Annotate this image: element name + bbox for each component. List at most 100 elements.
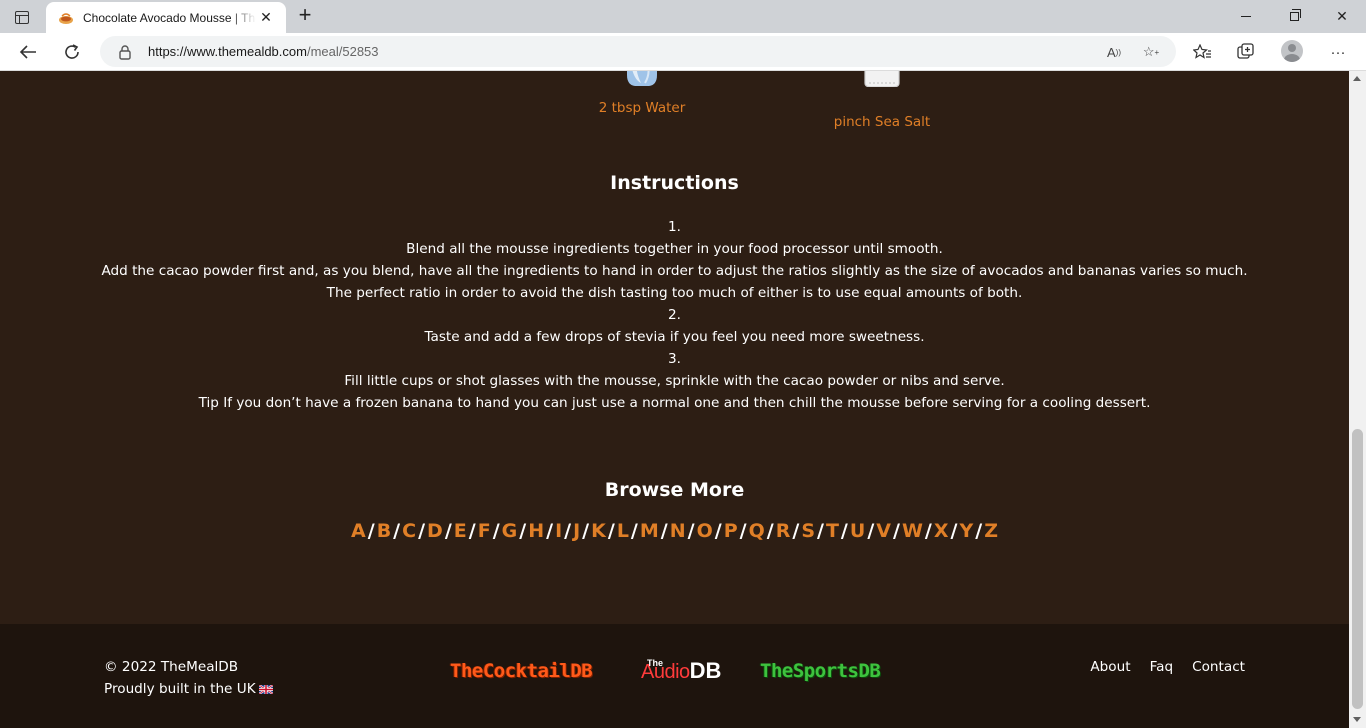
letter-separator: / bbox=[607, 520, 615, 542]
more-options-icon[interactable]: ··· bbox=[1326, 41, 1350, 63]
ingredient-item[interactable]: pinch Sea Salt bbox=[832, 71, 932, 130]
minimize-icon[interactable] bbox=[1222, 0, 1270, 33]
thecocktaildb-logo[interactable]: TheCocktailDB bbox=[450, 658, 593, 684]
scroll-down-icon[interactable] bbox=[1353, 717, 1361, 722]
uk-flag-icon bbox=[258, 684, 273, 694]
instruction-line: Add the cacao powder first and, as you b… bbox=[101, 263, 1248, 279]
thesportsdb-logo[interactable]: TheSportsDB bbox=[760, 658, 881, 684]
browser-tab[interactable]: Chocolate Avocado Mousse | TheMealDB ✕ bbox=[46, 2, 286, 33]
ingredient-label: 2 tbsp Water bbox=[598, 100, 686, 116]
footer-link-faq[interactable]: Faq bbox=[1150, 656, 1174, 678]
letter-separator: / bbox=[739, 520, 747, 542]
letter-separator: / bbox=[444, 520, 452, 542]
tab-title: Chocolate Avocado Mousse | TheMealDB bbox=[83, 10, 256, 25]
browse-letter-link[interactable]: L bbox=[617, 520, 629, 542]
browse-letter-link[interactable]: Y bbox=[959, 520, 973, 542]
browse-letter-link[interactable]: W bbox=[902, 520, 923, 542]
letter-separator: / bbox=[418, 520, 426, 542]
browse-letter-link[interactable]: N bbox=[670, 520, 686, 542]
theaudiodb-logo[interactable]: The AudioDB bbox=[641, 658, 721, 684]
footer: © 2022 TheMealDB Proudly built in the UK… bbox=[0, 624, 1349, 728]
url-text: https://www.themealdb.com/meal/52853 bbox=[148, 44, 379, 59]
letter-separator: / bbox=[687, 520, 695, 542]
letter-separator: / bbox=[840, 520, 848, 542]
restore-icon[interactable] bbox=[1270, 0, 1318, 33]
footer-link-about[interactable]: About bbox=[1090, 656, 1130, 678]
browse-letter-link[interactable]: Q bbox=[749, 520, 765, 542]
tab-actions-icon[interactable] bbox=[10, 6, 34, 28]
letter-separator: / bbox=[393, 520, 401, 542]
scroll-up-icon[interactable] bbox=[1353, 76, 1361, 81]
collections-icon[interactable] bbox=[1234, 41, 1258, 63]
letter-separator: / bbox=[792, 520, 800, 542]
browse-letter-link[interactable]: F bbox=[478, 520, 491, 542]
close-window-icon[interactable]: ✕ bbox=[1318, 0, 1366, 33]
lock-icon bbox=[119, 44, 131, 60]
instructions-title: Instructions bbox=[610, 172, 739, 194]
instruction-line: Taste and add a few drops of stevia if y… bbox=[424, 329, 925, 345]
browse-letter-link[interactable]: K bbox=[591, 520, 606, 542]
letter-separator: / bbox=[582, 520, 590, 542]
add-favorite-icon[interactable]: ☆ + bbox=[1140, 42, 1162, 62]
instruction-line: Fill little cups or shot glasses with th… bbox=[344, 373, 1005, 389]
letter-separator: / bbox=[660, 520, 668, 542]
browse-letter-link[interactable]: D bbox=[427, 520, 443, 542]
instruction-line: Blend all the mousse ingredients togethe… bbox=[406, 241, 943, 257]
page-content: 2 tbsp Water pinch Sea Salt Instructions… bbox=[0, 71, 1349, 728]
profile-avatar[interactable] bbox=[1281, 40, 1303, 62]
window-controls: ✕ bbox=[1222, 0, 1366, 33]
instructions-body: 1. Blend all the mousse ingredients toget… bbox=[0, 216, 1349, 414]
browse-letter-link[interactable]: O bbox=[697, 520, 713, 542]
browse-letter-link[interactable]: S bbox=[801, 520, 815, 542]
new-tab-icon[interactable]: + bbox=[294, 4, 316, 28]
letter-separator: / bbox=[714, 520, 722, 542]
page-scrollbar[interactable] bbox=[1349, 71, 1366, 728]
browse-letter-link[interactable]: B bbox=[377, 520, 391, 542]
letter-separator: / bbox=[492, 520, 500, 542]
letter-separator: / bbox=[892, 520, 900, 542]
browse-more-title: Browse More bbox=[604, 479, 745, 501]
close-tab-icon[interactable]: ✕ bbox=[256, 8, 276, 28]
back-icon[interactable] bbox=[13, 37, 43, 67]
refresh-icon[interactable] bbox=[57, 37, 87, 67]
browse-letter-link[interactable]: M bbox=[640, 520, 659, 542]
ingredient-item[interactable]: 2 tbsp Water bbox=[597, 71, 687, 116]
letter-separator: / bbox=[468, 520, 476, 542]
browser-nav-bar: https://www.themealdb.com/meal/52853 A))… bbox=[0, 33, 1366, 71]
built-text: Proudly built in the UK bbox=[104, 681, 256, 697]
instruction-line: The perfect ratio in order to avoid the … bbox=[326, 285, 1023, 301]
footer-link-contact[interactable]: Contact bbox=[1192, 656, 1245, 678]
browse-letter-link[interactable]: T bbox=[826, 520, 839, 542]
letter-separator: / bbox=[519, 520, 527, 542]
letter-separator: / bbox=[950, 520, 958, 542]
browse-letter-link[interactable]: X bbox=[934, 520, 949, 542]
browse-letter-link[interactable]: G bbox=[502, 520, 518, 542]
browse-letter-link[interactable]: V bbox=[876, 520, 891, 542]
letter-separator: / bbox=[564, 520, 572, 542]
address-bar[interactable]: https://www.themealdb.com/meal/52853 A))… bbox=[100, 36, 1176, 67]
browse-letter-link[interactable]: R bbox=[776, 520, 791, 542]
browse-letter-link[interactable]: P bbox=[724, 520, 738, 542]
browse-letter-link[interactable]: E bbox=[454, 520, 467, 542]
instruction-line: 3. bbox=[668, 351, 681, 367]
themealdb-favicon-icon bbox=[59, 12, 73, 24]
letter-separator: / bbox=[766, 520, 774, 542]
read-aloud-icon[interactable]: A)) bbox=[1103, 42, 1125, 62]
browse-letter-link[interactable]: C bbox=[402, 520, 416, 542]
url-path: /meal/52853 bbox=[306, 44, 379, 59]
favorites-icon[interactable] bbox=[1190, 41, 1214, 63]
water-ingredient-image bbox=[627, 71, 657, 86]
browse-letter-link[interactable]: Z bbox=[984, 520, 998, 542]
letter-separator: / bbox=[924, 520, 932, 542]
audio-logo-the: The bbox=[647, 658, 664, 668]
scrollbar-thumb[interactable] bbox=[1352, 429, 1363, 709]
browse-letter-link[interactable]: A bbox=[351, 520, 366, 542]
letter-separator: / bbox=[367, 520, 375, 542]
url-host: https://www.themealdb.com bbox=[148, 44, 307, 59]
footer-copyright: © 2022 TheMealDB Proudly built in the UK bbox=[104, 656, 273, 700]
sea-salt-ingredient-image bbox=[864, 71, 900, 88]
browse-letter-link[interactable]: U bbox=[850, 520, 865, 542]
instruction-line: Tip If you don’t have a frozen banana to… bbox=[198, 395, 1151, 411]
instruction-line: 2. bbox=[668, 307, 681, 323]
browse-letter-link[interactable]: H bbox=[528, 520, 544, 542]
